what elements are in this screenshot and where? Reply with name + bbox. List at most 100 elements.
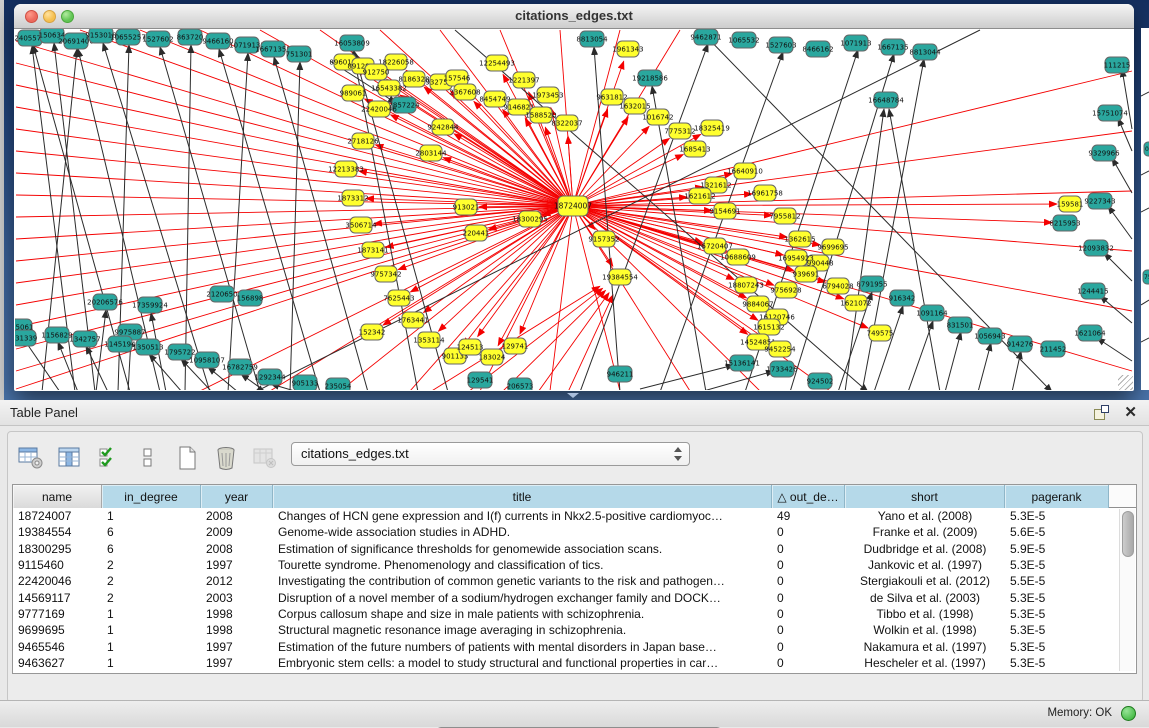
table-cell[interactable]: 6	[102, 525, 201, 539]
table-select-combobox[interactable]: citations_edges.txt	[291, 442, 690, 466]
column-header-out_de[interactable]: △ out_de…	[772, 485, 845, 508]
table-cell[interactable]: Jankovic et al. (1997)	[845, 558, 1005, 572]
table-cell[interactable]: 0	[772, 542, 845, 556]
table-cell[interactable]: 2009	[201, 525, 273, 539]
table-cell[interactable]: 22420046	[13, 574, 102, 588]
table-cell[interactable]: 1	[102, 509, 201, 523]
table-row[interactable]: 969969511998Structural magnetic resonanc…	[13, 622, 1136, 638]
table-cell[interactable]: 18300295	[13, 542, 102, 556]
table-cell[interactable]: Disruption of a novel member of a sodium…	[273, 591, 772, 605]
table-cell[interactable]: Investigating the contribution of common…	[273, 574, 772, 588]
table-cell[interactable]: 1997	[201, 558, 273, 572]
table-cell[interactable]: 9463627	[13, 656, 102, 670]
new-column-icon[interactable]	[174, 445, 200, 471]
table-cell[interactable]: 0	[772, 525, 845, 539]
table-cell[interactable]: 2008	[201, 542, 273, 556]
table-cell[interactable]: 2012	[201, 574, 273, 588]
table-cell[interactable]: Tourette syndrome. Phenomenology and cla…	[273, 558, 772, 572]
minimize-button[interactable]	[43, 10, 56, 23]
table-cell[interactable]: Nakamura et al. (1997)	[845, 640, 1005, 654]
table-cell[interactable]: Changes of HCN gene expression and I(f) …	[273, 509, 772, 523]
column-header-year[interactable]: year	[201, 485, 273, 508]
table-cell[interactable]: de Silva et al. (2003)	[845, 591, 1005, 605]
close-panel-icon[interactable]: ✕	[1124, 403, 1137, 422]
split-pane-handle[interactable]	[567, 393, 579, 398]
unselect-all-icon[interactable]	[135, 445, 161, 471]
table-cell[interactable]: 49	[772, 509, 845, 523]
table-cell[interactable]: 1	[102, 607, 201, 621]
table-cell[interactable]: 0	[772, 656, 845, 670]
table-cell[interactable]: 9699695	[13, 623, 102, 637]
table-cell[interactable]: 5.3E-5	[1005, 656, 1109, 670]
table-cell[interactable]: 1	[102, 623, 201, 637]
table-cell[interactable]: 1	[102, 640, 201, 654]
table-cell[interactable]: 5.3E-5	[1005, 509, 1109, 523]
table-row[interactable]: 1830029562008Estimation of significance …	[13, 541, 1136, 557]
table-cell[interactable]: Tibbo et al. (1998)	[845, 607, 1005, 621]
select-all-icon[interactable]	[96, 445, 122, 471]
table-cell[interactable]: 1	[102, 656, 201, 670]
table-cell[interactable]: 1998	[201, 623, 273, 637]
close-button[interactable]	[25, 10, 38, 23]
table-cell[interactable]: Hescheler et al. (1997)	[845, 656, 1005, 670]
column-header-name[interactable]: name	[13, 485, 102, 508]
table-cell[interactable]: 5.3E-5	[1005, 607, 1109, 621]
table-cell[interactable]: Corpus callosum shape and size in male p…	[273, 607, 772, 621]
float-panel-icon[interactable]	[1094, 405, 1109, 420]
show-columns-icon[interactable]	[57, 445, 83, 471]
table-cell[interactable]: 0	[772, 623, 845, 637]
table-cell[interactable]: 6	[102, 542, 201, 556]
table-cell[interactable]: 5.3E-5	[1005, 591, 1109, 605]
table-cell[interactable]: 1997	[201, 656, 273, 670]
table-cell[interactable]: 5.6E-5	[1005, 525, 1109, 539]
vertical-scrollbar-thumb[interactable]	[1122, 511, 1134, 557]
table-cell[interactable]: 0	[772, 591, 845, 605]
table-row[interactable]: 1872400712008Changes of HCN gene express…	[13, 508, 1136, 524]
column-header-short[interactable]: short	[845, 485, 1005, 508]
table-cell[interactable]: 19384554	[13, 525, 102, 539]
table-cell[interactable]: Yano et al. (2008)	[845, 509, 1005, 523]
table-cell[interactable]: 9115460	[13, 558, 102, 572]
table-cell[interactable]: Embryonic stem cells: a model to study s…	[273, 656, 772, 670]
table-cell[interactable]: 0	[772, 574, 845, 588]
table-cell[interactable]: Wolkin et al. (1998)	[845, 623, 1005, 637]
table-cell[interactable]: 5.9E-5	[1005, 542, 1109, 556]
table-cell[interactable]: 5.3E-5	[1005, 558, 1109, 572]
table-cell[interactable]: 2008	[201, 509, 273, 523]
table-cell[interactable]: 5.3E-5	[1005, 640, 1109, 654]
table-cell[interactable]: 0	[772, 640, 845, 654]
memory-status-indicator[interactable]	[1121, 706, 1136, 721]
table-cell[interactable]: 14569117	[13, 591, 102, 605]
table-row[interactable]: 1456911722003Disruption of a novel membe…	[13, 589, 1136, 605]
vertical-scrollbar[interactable]	[1119, 509, 1135, 671]
table-row[interactable]: 946554611997Estimation of the future num…	[13, 638, 1136, 654]
table-cell[interactable]: Structural magnetic resonance image aver…	[273, 623, 772, 637]
table-cell[interactable]: 5.5E-5	[1005, 574, 1109, 588]
table-cell[interactable]: 1997	[201, 640, 273, 654]
table-cell[interactable]: 0	[772, 607, 845, 621]
table-cell[interactable]: 9777169	[13, 607, 102, 621]
network-frame-titlebar[interactable]: citations_edges.txt	[14, 4, 1134, 29]
zoom-button[interactable]	[61, 10, 74, 23]
table-cell[interactable]: Stergiakouli et al. (2012)	[845, 574, 1005, 588]
table-cell[interactable]: Dudbridge et al. (2008)	[845, 542, 1005, 556]
delete-columns-trash-icon[interactable]	[213, 445, 239, 471]
table-cell[interactable]: 5.3E-5	[1005, 623, 1109, 637]
table-cell[interactable]: 9465546	[13, 640, 102, 654]
table-row[interactable]: 2242004622012Investigating the contribut…	[13, 573, 1136, 589]
table-cell[interactable]: 18724007	[13, 509, 102, 523]
table-cell[interactable]: 2003	[201, 591, 273, 605]
table-cell[interactable]: Genome-wide association studies in ADHD.	[273, 525, 772, 539]
network-canvas[interactable]: 2405572150634206914069153018106552571527…	[15, 29, 1133, 390]
table-mode-icon[interactable]	[18, 445, 44, 471]
table-cell[interactable]: Estimation of significance thresholds fo…	[273, 542, 772, 556]
table-row[interactable]: 946362711997Embryonic stem cells: a mode…	[13, 655, 1136, 671]
column-header-title[interactable]: title	[273, 485, 772, 508]
table-cell[interactable]: 2	[102, 591, 201, 605]
table-row[interactable]: 911546021997Tourette syndrome. Phenomeno…	[13, 557, 1136, 573]
table-cell[interactable]: 2	[102, 574, 201, 588]
column-header-pagerank[interactable]: pagerank	[1005, 485, 1109, 508]
table-row[interactable]: 977716911998Corpus callosum shape and si…	[13, 606, 1136, 622]
table-cell[interactable]: 1998	[201, 607, 273, 621]
frame-resize-grip[interactable]	[1118, 375, 1133, 390]
